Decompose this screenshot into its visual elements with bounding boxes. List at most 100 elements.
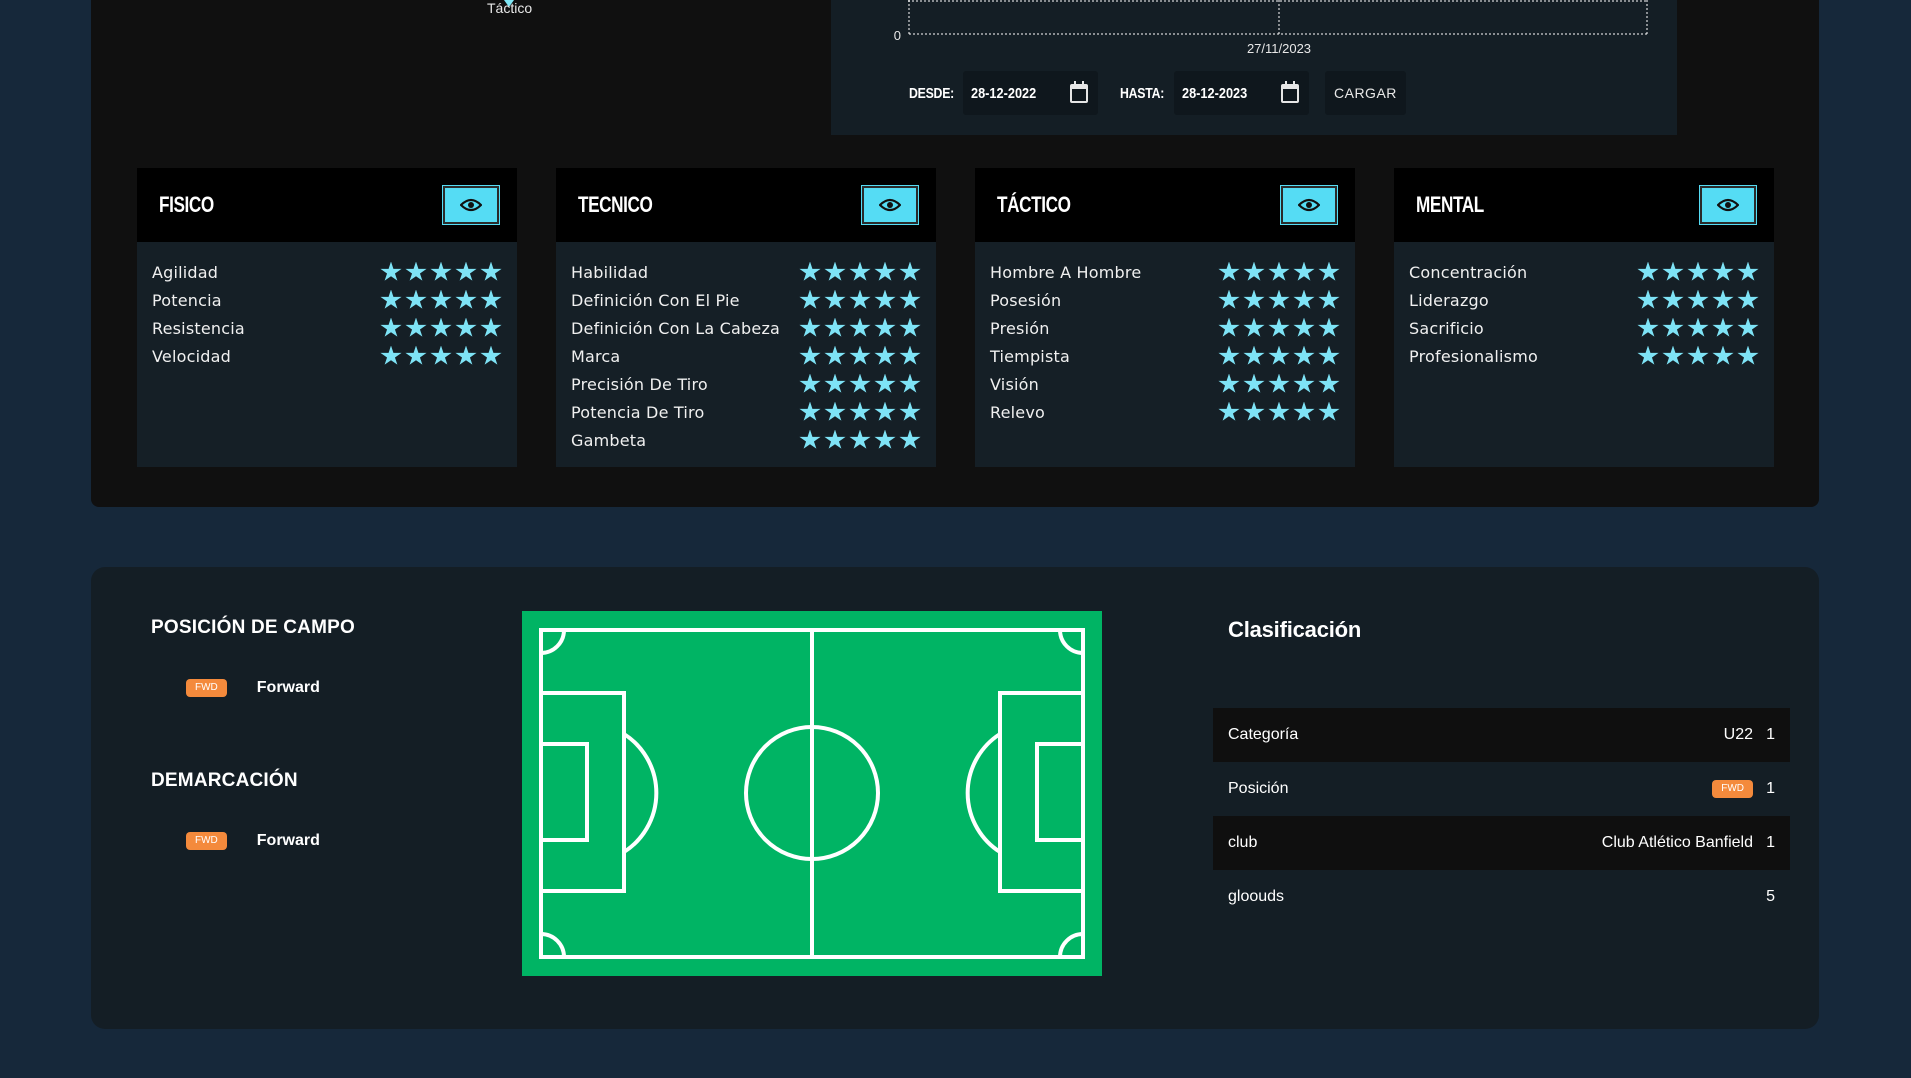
star-icon[interactable] xyxy=(799,345,821,365)
star-icon[interactable] xyxy=(849,401,871,421)
star-icon[interactable] xyxy=(824,261,846,281)
star-icon[interactable] xyxy=(1218,373,1240,393)
star-icon[interactable] xyxy=(824,317,846,337)
star-rating[interactable] xyxy=(799,373,921,395)
star-icon[interactable] xyxy=(455,261,477,281)
star-icon[interactable] xyxy=(849,289,871,309)
star-icon[interactable] xyxy=(1662,317,1684,337)
star-icon[interactable] xyxy=(1318,261,1340,281)
hasta-date-input[interactable]: 28-12-2023 xyxy=(1174,71,1309,115)
star-rating[interactable] xyxy=(1218,261,1340,283)
star-icon[interactable] xyxy=(1218,289,1240,309)
view-details-button[interactable] xyxy=(861,185,919,225)
star-icon[interactable] xyxy=(1243,261,1265,281)
star-icon[interactable] xyxy=(849,373,871,393)
star-icon[interactable] xyxy=(430,317,452,337)
star-icon[interactable] xyxy=(1268,345,1290,365)
star-icon[interactable] xyxy=(480,289,502,309)
star-icon[interactable] xyxy=(1712,289,1734,309)
star-icon[interactable] xyxy=(1293,261,1315,281)
star-icon[interactable] xyxy=(849,261,871,281)
star-icon[interactable] xyxy=(455,317,477,337)
star-icon[interactable] xyxy=(799,401,821,421)
star-icon[interactable] xyxy=(1712,261,1734,281)
calendar-icon[interactable] xyxy=(1070,80,1088,103)
view-details-button[interactable] xyxy=(1699,185,1757,225)
star-rating[interactable] xyxy=(380,261,502,283)
star-icon[interactable] xyxy=(1268,317,1290,337)
star-icon[interactable] xyxy=(405,317,427,337)
star-icon[interactable] xyxy=(405,345,427,365)
star-icon[interactable] xyxy=(1637,289,1659,309)
star-icon[interactable] xyxy=(455,289,477,309)
star-icon[interactable] xyxy=(1268,373,1290,393)
star-icon[interactable] xyxy=(1243,289,1265,309)
star-icon[interactable] xyxy=(874,261,896,281)
star-icon[interactable] xyxy=(1218,345,1240,365)
star-icon[interactable] xyxy=(849,317,871,337)
star-icon[interactable] xyxy=(1737,261,1759,281)
star-icon[interactable] xyxy=(1318,317,1340,337)
star-rating[interactable] xyxy=(380,345,502,367)
star-icon[interactable] xyxy=(824,401,846,421)
star-icon[interactable] xyxy=(874,289,896,309)
star-icon[interactable] xyxy=(1293,401,1315,421)
star-icon[interactable] xyxy=(824,373,846,393)
star-icon[interactable] xyxy=(480,317,502,337)
star-icon[interactable] xyxy=(1687,261,1709,281)
view-details-button[interactable] xyxy=(1280,185,1338,225)
star-icon[interactable] xyxy=(1737,317,1759,337)
star-icon[interactable] xyxy=(1293,373,1315,393)
star-icon[interactable] xyxy=(799,289,821,309)
star-rating[interactable] xyxy=(799,401,921,423)
star-icon[interactable] xyxy=(380,317,402,337)
star-icon[interactable] xyxy=(1218,317,1240,337)
star-icon[interactable] xyxy=(849,345,871,365)
star-icon[interactable] xyxy=(1318,289,1340,309)
star-icon[interactable] xyxy=(799,261,821,281)
star-icon[interactable] xyxy=(1737,289,1759,309)
star-icon[interactable] xyxy=(1243,401,1265,421)
star-rating[interactable] xyxy=(1218,401,1340,423)
star-icon[interactable] xyxy=(1637,345,1659,365)
cargar-button[interactable]: CARGAR xyxy=(1325,71,1406,115)
star-icon[interactable] xyxy=(899,317,921,337)
star-icon[interactable] xyxy=(1293,317,1315,337)
star-rating[interactable] xyxy=(799,317,921,339)
star-rating[interactable] xyxy=(1218,345,1340,367)
star-icon[interactable] xyxy=(824,289,846,309)
star-icon[interactable] xyxy=(849,429,871,449)
star-icon[interactable] xyxy=(1243,345,1265,365)
star-icon[interactable] xyxy=(430,289,452,309)
star-icon[interactable] xyxy=(1687,289,1709,309)
star-rating[interactable] xyxy=(1218,373,1340,395)
star-rating[interactable] xyxy=(1637,317,1759,339)
star-icon[interactable] xyxy=(874,317,896,337)
star-rating[interactable] xyxy=(799,261,921,283)
star-rating[interactable] xyxy=(1637,345,1759,367)
star-icon[interactable] xyxy=(1293,345,1315,365)
star-icon[interactable] xyxy=(1637,261,1659,281)
star-icon[interactable] xyxy=(899,289,921,309)
star-rating[interactable] xyxy=(380,289,502,311)
star-icon[interactable] xyxy=(1218,261,1240,281)
star-icon[interactable] xyxy=(874,373,896,393)
view-details-button[interactable] xyxy=(442,185,500,225)
star-icon[interactable] xyxy=(480,345,502,365)
star-icon[interactable] xyxy=(874,429,896,449)
desde-date-input[interactable]: 28-12-2022 xyxy=(963,71,1098,115)
star-icon[interactable] xyxy=(824,345,846,365)
star-icon[interactable] xyxy=(799,429,821,449)
star-icon[interactable] xyxy=(380,261,402,281)
star-rating[interactable] xyxy=(799,289,921,311)
star-icon[interactable] xyxy=(1712,317,1734,337)
star-rating[interactable] xyxy=(1637,261,1759,283)
star-icon[interactable] xyxy=(874,401,896,421)
star-rating[interactable] xyxy=(380,317,502,339)
star-icon[interactable] xyxy=(405,289,427,309)
star-icon[interactable] xyxy=(430,261,452,281)
star-icon[interactable] xyxy=(380,289,402,309)
star-icon[interactable] xyxy=(799,317,821,337)
star-icon[interactable] xyxy=(899,261,921,281)
star-icon[interactable] xyxy=(455,345,477,365)
